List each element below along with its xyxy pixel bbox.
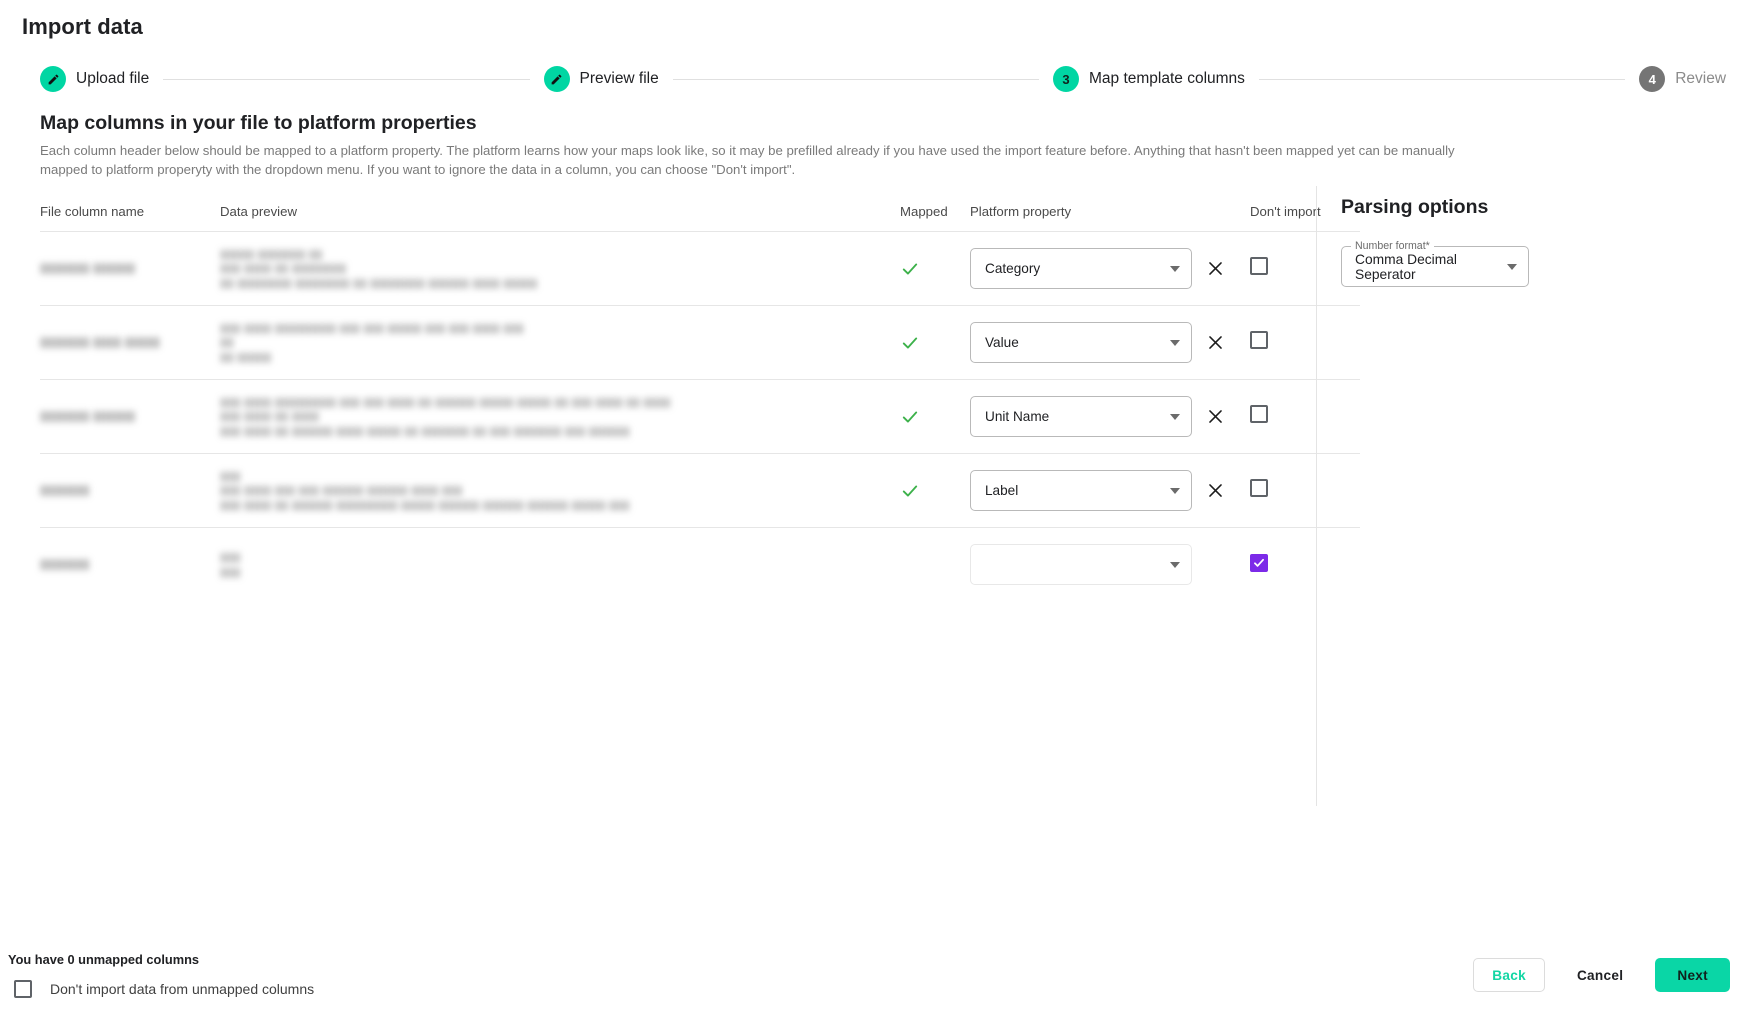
page-title: Import data xyxy=(22,14,143,39)
header-file-column-name: File column name xyxy=(40,204,145,219)
data-preview: ▮▮▮ ▮▮▮▮ ▮▮▮▮▮▮▮▮▮ ▮▮▮ ▮▮▮ ▮▮▮▮ ▮▮ ▮▮▮▮▮… xyxy=(220,394,671,438)
check-icon xyxy=(1254,558,1264,567)
section-heading: Map columns in your file to platform pro… xyxy=(40,112,477,134)
step-icon-preview-file xyxy=(543,66,570,92)
chevron-down-icon xyxy=(1170,561,1180,568)
file-column-name: ▮▮▮▮▮▮▮ ▮▮▮▮▮▮ xyxy=(40,260,136,276)
file-column-name: ▮▮▮▮▮▮▮ xyxy=(40,556,90,572)
step-icon-upload-file xyxy=(40,66,66,92)
step-label-preview-file: Preview file xyxy=(579,70,659,87)
number-format-value: Comma Decimal Seperator xyxy=(1355,251,1457,282)
data-preview: ▮▮▮▮▮ ▮▮▮▮▮▮▮ ▮▮ ▮▮▮ ▮▮▮▮ ▮▮ ▮▮▮▮▮▮▮▮ ▮▮… xyxy=(220,246,538,290)
dont-import-checkbox[interactable] xyxy=(1250,331,1268,349)
dont-import-checkbox[interactable] xyxy=(1250,405,1268,423)
header-mapped: Mapped xyxy=(900,204,948,219)
content-area: File column name Data preview Mapped Pla… xyxy=(0,186,1754,940)
platform-property-value: Unit Name xyxy=(985,409,1050,424)
platform-property-select[interactable]: Unit Name xyxy=(970,396,1192,437)
stepper-connector-1 xyxy=(163,78,530,80)
footer-actions: Back Cancel Next xyxy=(1473,958,1730,992)
platform-property-value: Category xyxy=(985,261,1041,276)
table-row: ▮▮▮▮▮▮▮ ▮▮▮▮ ▮▮▮▮▮ ▮▮▮ ▮▮▮▮ ▮▮▮▮▮▮▮▮▮ ▮▮… xyxy=(40,305,1360,380)
stepper-step-map-template-columns[interactable]: 3 Map template columns xyxy=(1053,66,1245,92)
platform-property-select[interactable]: Label xyxy=(970,470,1192,511)
platform-property-select[interactable]: Value xyxy=(970,322,1192,363)
chevron-down-icon xyxy=(1507,263,1517,270)
mapping-pane: File column name Data preview Mapped Pla… xyxy=(0,186,1360,940)
table-row: ▮▮▮▮▮▮▮ ▮▮▮▮▮▮ ▮▮▮▮▮ ▮▮▮▮▮▮▮ ▮▮ ▮▮▮ ▮▮▮▮… xyxy=(40,231,1360,306)
pencil-icon xyxy=(551,74,562,84)
platform-property-value: Label xyxy=(985,483,1019,498)
platform-property-value: Value xyxy=(985,335,1019,350)
table-body: ▮▮▮▮▮▮▮ ▮▮▮▮▮▮ ▮▮▮▮▮ ▮▮▮▮▮▮▮ ▮▮ ▮▮▮ ▮▮▮▮… xyxy=(40,231,1360,602)
check-icon xyxy=(900,333,970,353)
footer-left: You have 0 unmapped columns Don't import… xyxy=(8,952,314,998)
column-mapping-table: File column name Data preview Mapped Pla… xyxy=(40,186,1360,602)
check-icon xyxy=(900,407,970,427)
clear-mapping-button[interactable] xyxy=(1202,404,1228,430)
dont-import-unmapped-label: Don't import data from unmapped columns xyxy=(50,981,315,997)
file-column-name: ▮▮▮▮▮▮▮ ▮▮▮▮▮▮ xyxy=(40,408,136,424)
table-row: ▮▮▮▮▮▮▮ ▮▮▮▮▮▮ ▮▮▮ ▮▮▮▮ ▮▮▮▮▮▮▮▮▮ ▮▮▮ ▮▮… xyxy=(40,379,1360,454)
pencil-icon xyxy=(48,74,58,84)
file-column-name: ▮▮▮▮▮▮▮ xyxy=(40,482,90,498)
table-row: ▮▮▮▮▮▮▮ ▮▮▮ ▮▮▮ xyxy=(40,527,1360,602)
platform-property-select[interactable] xyxy=(970,544,1192,585)
step-number-review: 4 xyxy=(1639,66,1666,92)
next-button[interactable]: Next xyxy=(1655,958,1730,992)
number-format-select[interactable]: Number format* Comma Decimal Seperator xyxy=(1341,240,1529,287)
stepper-connector-2 xyxy=(672,78,1039,80)
step-label-map-template-columns: Map template columns xyxy=(1089,70,1245,87)
parsing-options-title: Parsing options xyxy=(1341,196,1489,218)
header-platform-property: Platform property xyxy=(970,204,1072,219)
stepper-step-upload-file[interactable]: Upload file xyxy=(40,66,149,92)
chevron-down-icon xyxy=(1170,487,1180,494)
close-icon xyxy=(1208,484,1222,497)
dont-import-unmapped-checkbox[interactable] xyxy=(14,980,32,998)
step-label-review: Review xyxy=(1675,70,1727,87)
header-data-preview: Data preview xyxy=(220,204,297,219)
file-column-name: ▮▮▮▮▮▮▮ ▮▮▮▮ ▮▮▮▮▮ xyxy=(40,334,160,350)
data-preview: ▮▮▮ ▮▮▮▮ ▮▮▮▮▮▮▮▮▮ ▮▮▮ ▮▮▮ ▮▮▮▮▮ ▮▮▮ ▮▮▮… xyxy=(220,320,524,364)
chevron-down-icon xyxy=(1170,265,1180,272)
unmapped-columns-status: You have 0 unmapped columns xyxy=(8,952,200,967)
step-number-map-template-columns: 3 xyxy=(1053,66,1079,92)
close-icon xyxy=(1208,410,1222,423)
stepper-step-preview-file[interactable]: Preview file xyxy=(543,66,659,92)
table-row: ▮▮▮▮▮▮▮ ▮▮▮ ▮▮▮ ▮▮▮▮ ▮▮▮ ▮▮▮ ▮▮▮▮▮▮ ▮▮▮▮… xyxy=(40,453,1360,528)
import-data-dialog: Import data Upload file Preview file 3 M… xyxy=(0,0,1754,1018)
dont-import-checkbox[interactable] xyxy=(1250,257,1268,275)
close-icon xyxy=(1208,262,1222,275)
stepper-step-review[interactable]: 4 Review xyxy=(1639,66,1726,92)
dialog-footer: You have 0 unmapped columns Don't import… xyxy=(0,940,1754,1018)
check-icon xyxy=(900,481,970,501)
chevron-down-icon xyxy=(1170,413,1180,420)
stepper: Upload file Preview file 3 Map template … xyxy=(40,66,1726,92)
section-description: Each column header below should be mappe… xyxy=(40,143,1455,177)
back-button[interactable]: Back xyxy=(1473,958,1545,992)
cancel-button[interactable]: Cancel xyxy=(1559,958,1641,992)
chevron-down-icon xyxy=(1170,339,1180,346)
clear-mapping-button[interactable] xyxy=(1202,478,1228,504)
step-label-upload-file: Upload file xyxy=(76,70,150,87)
data-preview: ▮▮▮ ▮▮▮ ▮▮▮▮ ▮▮▮ ▮▮▮ ▮▮▮▮▮▮ ▮▮▮▮▮▮ ▮▮▮▮ … xyxy=(220,468,630,512)
data-preview: ▮▮▮ ▮▮▮ xyxy=(220,550,241,579)
stepper-connector-3 xyxy=(1258,78,1626,80)
table-header: File column name Data preview Mapped Pla… xyxy=(40,186,1360,232)
dont-import-checkbox[interactable] xyxy=(1250,554,1268,572)
dont-import-unmapped-row[interactable]: Don't import data from unmapped columns xyxy=(14,980,314,998)
number-format-label: Number format* xyxy=(1351,240,1434,252)
close-icon xyxy=(1208,336,1222,349)
dont-import-checkbox[interactable] xyxy=(1250,479,1268,497)
platform-property-select[interactable]: Category xyxy=(970,248,1192,289)
check-icon xyxy=(900,259,970,279)
clear-mapping-button[interactable] xyxy=(1202,256,1228,282)
parsing-options-pane: Parsing options Number format* Comma Dec… xyxy=(1317,186,1754,940)
clear-mapping-button[interactable] xyxy=(1202,330,1228,356)
